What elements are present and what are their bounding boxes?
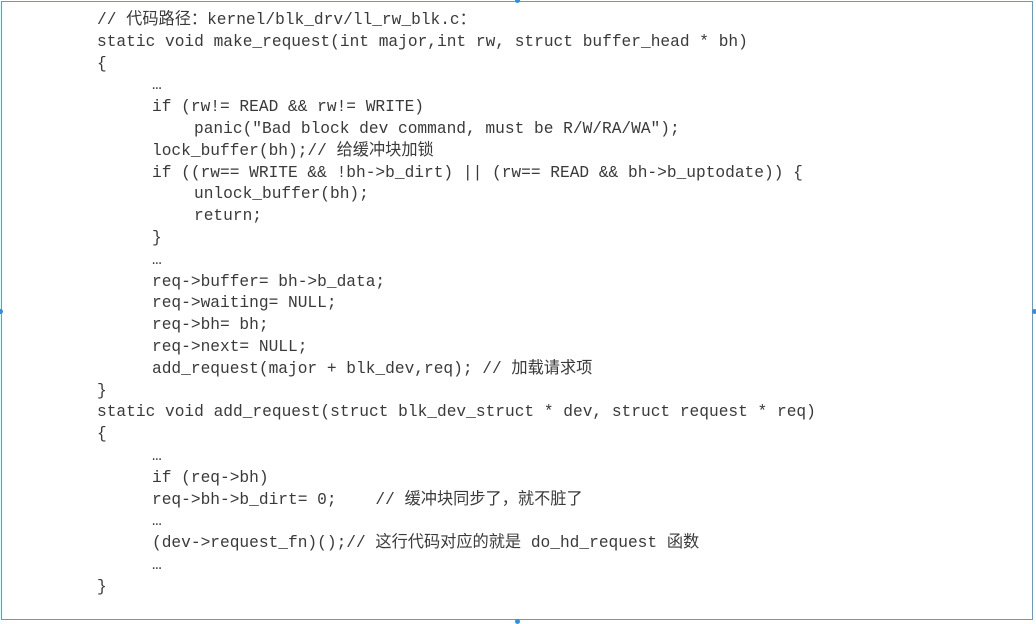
code-line: static void make_request(int major,int r… [97, 32, 748, 51]
code-line: { [97, 54, 107, 73]
code-line: … [152, 76, 162, 95]
code-line: static void add_request(struct blk_dev_s… [97, 403, 816, 422]
code-line: req->waiting= NULL; [152, 294, 337, 313]
code-line: … [152, 446, 162, 465]
resize-handle-bottom[interactable] [515, 619, 520, 624]
code-listing: // 代码路径：kernel/blk_drv/ll_rw_blk.c：stati… [97, 10, 997, 599]
code-line: (dev->request_fn)();// 这行代码对应的就是 do_hd_r… [152, 534, 700, 553]
code-line: { [97, 425, 107, 444]
code-line: if ((rw== WRITE && !bh->b_dirt) || (rw==… [152, 163, 803, 182]
code-line: // 代码路径：kernel/blk_drv/ll_rw_blk.c： [97, 11, 476, 29]
code-line: req->next= NULL; [152, 337, 308, 356]
code-line: … [152, 555, 162, 574]
code-line: … [152, 512, 162, 531]
code-line: } [97, 577, 107, 596]
code-line: req->bh= bh; [152, 316, 269, 335]
code-line: if (req->bh) [152, 468, 269, 487]
code-line: if (rw!= READ && rw!= WRITE) [152, 98, 424, 117]
code-line: } [152, 228, 162, 247]
code-line: req->buffer= bh->b_data; [152, 272, 386, 291]
code-line: req->bh->b_dirt= 0; // 缓冲块同步了，就不脏了 [152, 490, 583, 509]
code-line: return; [194, 207, 262, 226]
code-line: lock_buffer(bh);// 给缓冲块加锁 [152, 141, 434, 160]
code-line: } [97, 381, 107, 400]
resize-handle-right[interactable] [1032, 309, 1036, 314]
code-line: unlock_buffer(bh); [194, 185, 369, 204]
code-line: … [152, 250, 162, 269]
code-line: add_request(major + blk_dev,req); // 加载请… [152, 359, 593, 378]
code-line: panic("Bad block dev command, must be R/… [194, 119, 680, 138]
